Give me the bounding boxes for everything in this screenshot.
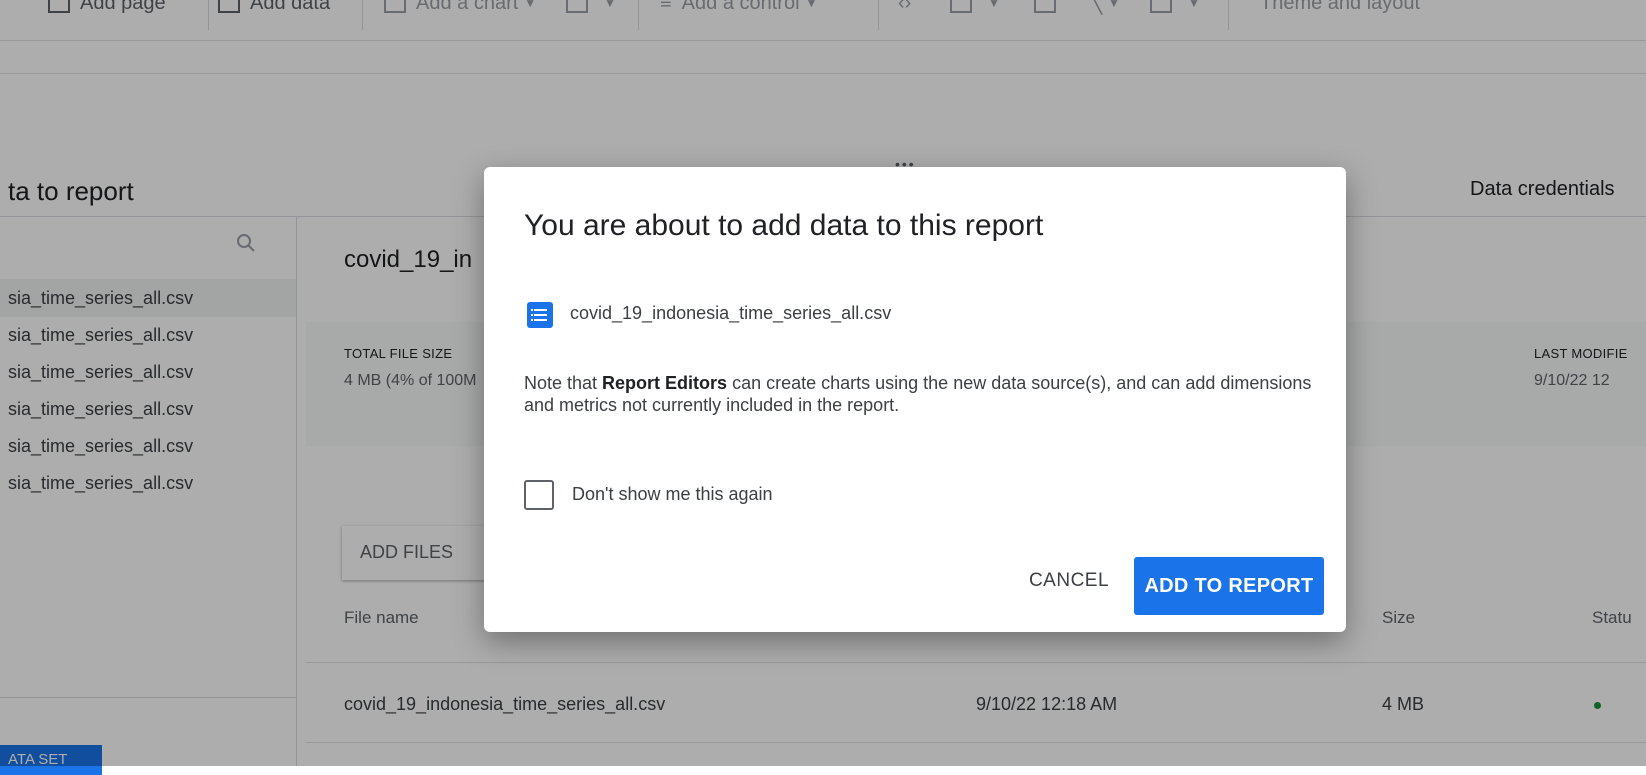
add-to-report-button[interactable]: ADD TO REPORT <box>1134 557 1324 615</box>
dont-show-again-label[interactable]: Don't show me this again <box>572 484 773 505</box>
dialog-title: You are about to add data to this report <box>524 209 1044 242</box>
data-source-file-name: covid_19_indonesia_time_series_all.csv <box>570 303 892 323</box>
note-prefix: Note that <box>524 373 603 393</box>
dont-show-again-checkbox[interactable] <box>524 480 554 510</box>
dialog-note: Note that Report Editors can create char… <box>524 372 1324 416</box>
cancel-button[interactable]: CANCEL <box>1004 557 1134 605</box>
add-data-confirmation-dialog: You are about to add data to this report… <box>484 167 1346 632</box>
data-source-file-icon <box>527 302 553 328</box>
note-report-editors: Report Editors <box>602 373 728 393</box>
